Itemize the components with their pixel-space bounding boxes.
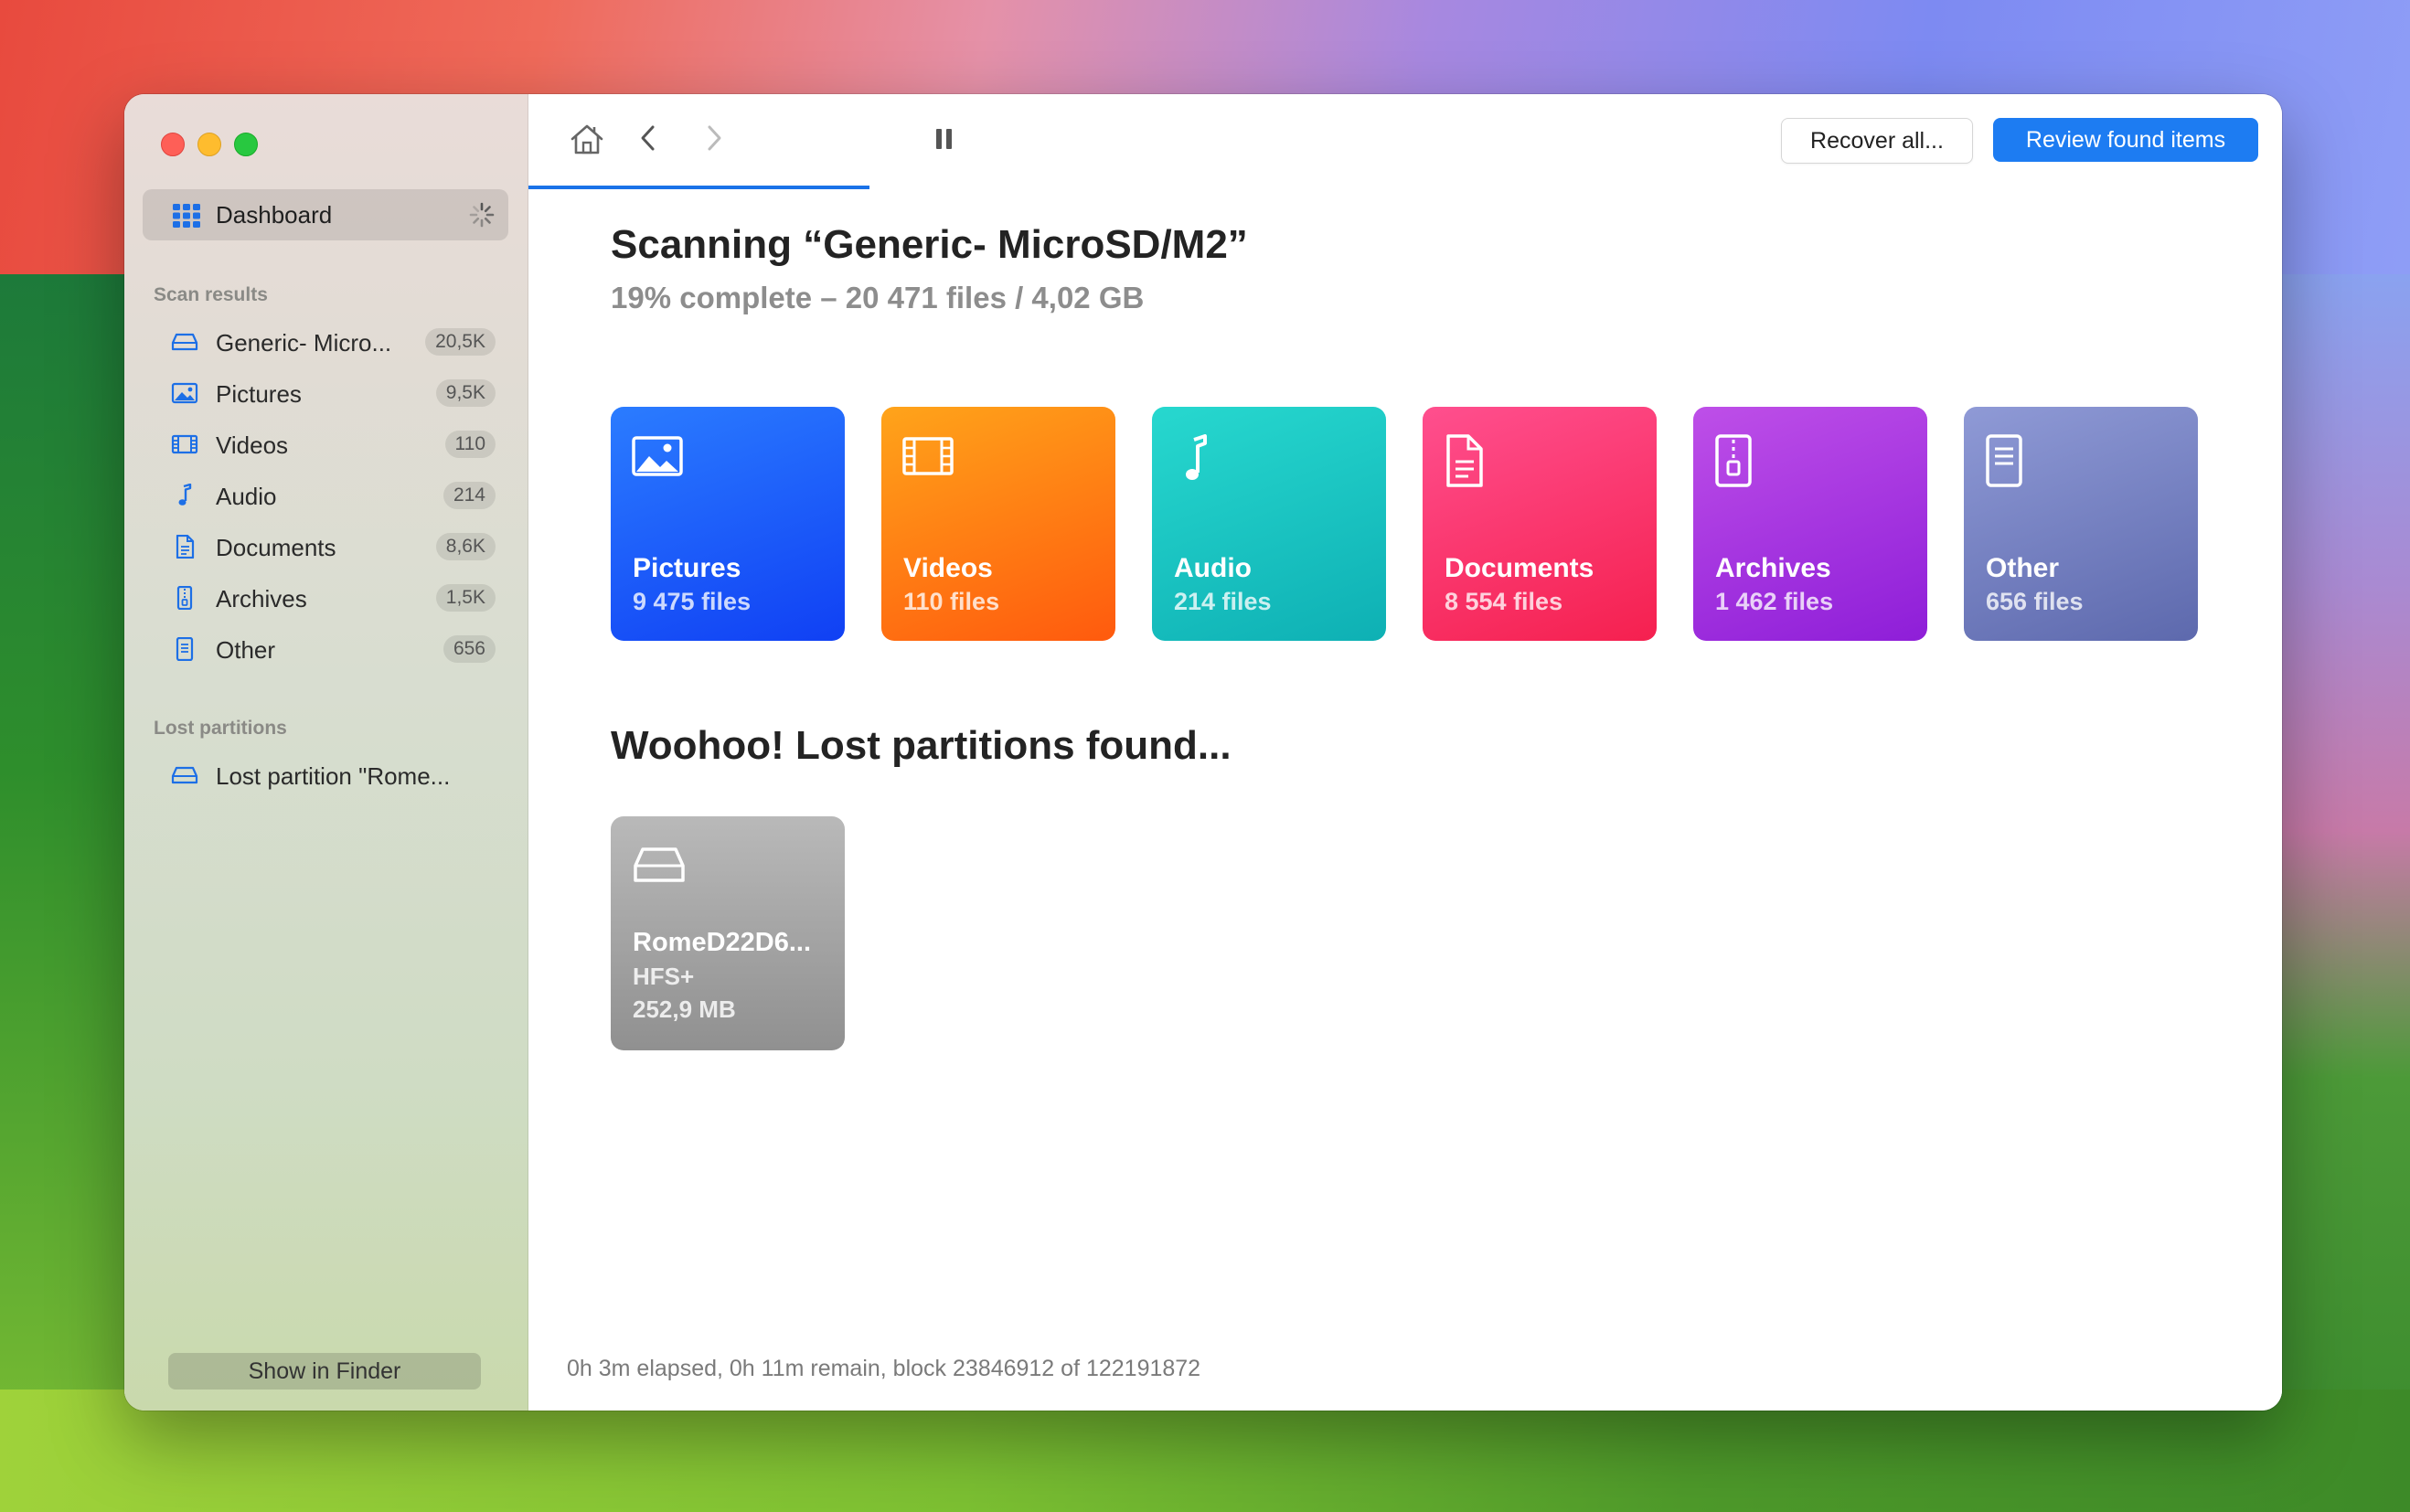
music-note-icon [1172,434,1225,492]
status-bar-text: 0h 3m elapsed, 0h 11m remain, block 2384… [567,1356,1201,1381]
partition-card[interactable]: RomeD22D6... HFS+ 252,9 MB [611,816,845,1050]
sidebar-item-generic-microsd[interactable]: Generic- Micro... 20,5K [143,319,508,365]
film-icon [171,432,198,456]
sidebar-item-label: Documents [216,534,336,561]
category-name: Other [1986,553,2060,583]
partition-filesystem: HFS+ [633,963,695,990]
other-file-icon [1984,434,2037,492]
count-badge: 9,5K [435,379,496,407]
category-name: Pictures [633,553,741,583]
sidebar-item-label: Videos [216,431,289,459]
category-name: Videos [903,553,993,583]
lost-partitions-heading: Lost partitions [154,718,287,739]
picture-icon [631,434,684,483]
document-icon [1443,434,1496,492]
spinner-icon [469,202,495,232]
category-card-videos[interactable]: Videos 110 files [881,407,1115,641]
partition-name: RomeD22D6... [633,928,812,957]
category-card-audio[interactable]: Audio 214 files [1152,407,1386,641]
count-badge: 1,5K [435,584,496,612]
sidebar: Dashboard Scan results Generic- Micro...… [124,94,528,1411]
sidebar-item-label: Audio [216,483,277,510]
sidebar-item-label: Other [216,636,276,664]
scan-progress-text: 19% complete – 20 471 files / 4,02 GB [611,281,1145,314]
sidebar-item-documents[interactable]: Documents 8,6K [143,524,508,570]
category-card-archives[interactable]: Archives 1 462 files [1693,407,1927,641]
drive-icon [171,330,198,354]
sidebar-item-audio[interactable]: Audio 214 [143,473,508,518]
close-window-button[interactable] [161,133,185,156]
page-title: Scanning “Generic- MicroSD/M2” [611,222,1248,267]
category-count: 1 462 files [1715,588,1834,615]
sidebar-item-label: Archives [216,585,307,612]
sidebar-item-label: Generic- Micro... [216,329,392,357]
drive-icon [633,846,686,889]
active-tab-indicator [528,186,869,189]
sidebar-item-other[interactable]: Other 656 [143,626,508,672]
category-count: 9 475 files [633,588,752,615]
document-icon [171,534,198,559]
archive-icon [1713,434,1766,492]
category-card-documents[interactable]: Documents 8 554 files [1423,407,1657,641]
picture-icon [171,381,198,405]
recover-all-button[interactable]: Recover all... [1781,118,1973,164]
show-in-finder-button[interactable]: Show in Finder [168,1353,481,1390]
sidebar-item-label: Pictures [216,380,302,408]
category-name: Documents [1445,553,1594,583]
category-card-pictures[interactable]: Pictures 9 475 files [611,407,845,641]
category-card-other[interactable]: Other 656 files [1964,407,2198,641]
grid-icon [173,204,200,232]
category-name: Audio [1174,553,1252,583]
music-note-icon [171,483,198,507]
minimize-window-button[interactable] [197,133,221,156]
other-file-icon [171,636,198,662]
count-badge: 20,5K [425,328,496,356]
sidebar-item-lost-partition[interactable]: Lost partition "Rome... [143,752,508,798]
scan-results-heading: Scan results [154,284,268,305]
category-count: 110 files [903,588,1000,615]
review-found-items-button[interactable]: Review found items [1993,118,2258,162]
sidebar-item-archives[interactable]: Archives 1,5K [143,575,508,621]
count-badge: 656 [443,635,496,663]
category-count: 214 files [1174,588,1272,615]
pause-icon[interactable] [933,122,956,161]
sidebar-item-dashboard[interactable]: Dashboard [143,189,508,240]
count-badge: 8,6K [435,533,496,560]
main-content: Recover all... Review found items Scanni… [528,94,2282,1411]
category-name: Archives [1715,553,1831,583]
forward-icon[interactable] [702,122,726,161]
archive-icon [171,585,198,611]
count-badge: 110 [444,431,496,458]
sidebar-item-videos[interactable]: Videos 110 [143,421,508,467]
drive-icon [171,763,198,787]
back-icon[interactable] [636,122,660,161]
film-icon [901,434,954,483]
lost-partitions-title: Woohoo! Lost partitions found... [611,723,1232,768]
partition-size: 252,9 MB [633,996,736,1023]
count-badge: 214 [443,482,496,509]
category-count: 656 files [1986,588,2084,615]
sidebar-item-label: Lost partition "Rome... [216,762,451,790]
sidebar-item-pictures[interactable]: Pictures 9,5K [143,370,508,416]
sidebar-item-label: Dashboard [216,201,333,229]
home-icon[interactable] [569,122,605,161]
category-count: 8 554 files [1445,588,1563,615]
app-window: Dashboard Scan results Generic- Micro...… [124,94,2282,1411]
zoom-window-button[interactable] [234,133,258,156]
